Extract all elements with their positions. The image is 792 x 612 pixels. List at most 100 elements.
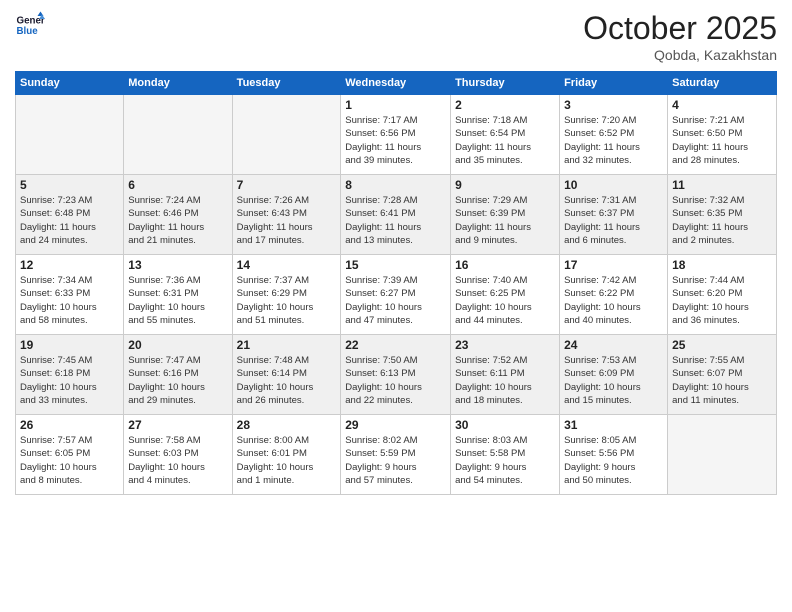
calendar-cell-w1-d7: 4 Sunrise: 7:21 AMSunset: 6:50 PMDaylight… xyxy=(668,95,777,175)
day-info: Sunrise: 7:42 AMSunset: 6:22 PMDaylight:… xyxy=(564,274,663,327)
day-number: 5 xyxy=(20,178,119,192)
day-info: Sunrise: 8:05 AMSunset: 5:56 PMDaylight:… xyxy=(564,434,663,487)
calendar-cell-w4-d2: 20 Sunrise: 7:47 AMSunset: 6:16 PMDayligh… xyxy=(124,335,232,415)
calendar-cell-w4-d1: 19 Sunrise: 7:45 AMSunset: 6:18 PMDayligh… xyxy=(16,335,124,415)
calendar-cell-w2-d6: 10 Sunrise: 7:31 AMSunset: 6:37 PMDayligh… xyxy=(560,175,668,255)
day-info: Sunrise: 7:31 AMSunset: 6:37 PMDaylight:… xyxy=(564,194,663,247)
header-sunday: Sunday xyxy=(16,72,124,95)
day-info: Sunrise: 7:36 AMSunset: 6:31 PMDaylight:… xyxy=(128,274,227,327)
day-info: Sunrise: 8:03 AMSunset: 5:58 PMDaylight:… xyxy=(455,434,555,487)
calendar-cell-w2-d1: 5 Sunrise: 7:23 AMSunset: 6:48 PMDaylight… xyxy=(16,175,124,255)
day-info: Sunrise: 7:32 AMSunset: 6:35 PMDaylight:… xyxy=(672,194,772,247)
day-number: 19 xyxy=(20,338,119,352)
day-number: 20 xyxy=(128,338,227,352)
calendar-cell-w3-d2: 13Sunrise: 7:36 AMSunset: 6:31 PMDayligh… xyxy=(124,255,232,335)
day-number: 12 xyxy=(20,258,119,272)
calendar-week-2: 5 Sunrise: 7:23 AMSunset: 6:48 PMDaylight… xyxy=(16,175,777,255)
calendar-cell-w1-d6: 3Sunrise: 7:20 AMSunset: 6:52 PMDaylight… xyxy=(560,95,668,175)
day-number: 11 xyxy=(672,178,772,192)
day-info: Sunrise: 7:39 AMSunset: 6:27 PMDaylight:… xyxy=(345,274,446,327)
day-number: 15 xyxy=(345,258,446,272)
day-number: 22 xyxy=(345,338,446,352)
calendar-cell-w4-d7: 25Sunrise: 7:55 AMSunset: 6:07 PMDayligh… xyxy=(668,335,777,415)
calendar-cell-w5-d6: 31 Sunrise: 8:05 AMSunset: 5:56 PMDayligh… xyxy=(560,415,668,495)
day-info: Sunrise: 7:29 AMSunset: 6:39 PMDaylight:… xyxy=(455,194,555,247)
day-number: 10 xyxy=(564,178,663,192)
day-info: Sunrise: 7:58 AMSunset: 6:03 PMDaylight:… xyxy=(128,434,227,487)
calendar-cell-w1-d5: 2 Sunrise: 7:18 AMSunset: 6:54 PMDaylight… xyxy=(451,95,560,175)
calendar: Sunday Monday Tuesday Wednesday Thursday… xyxy=(15,71,777,495)
location: Qobda, Kazakhstan xyxy=(583,47,777,63)
calendar-cell-w5-d1: 26Sunrise: 7:57 AMSunset: 6:05 PMDayligh… xyxy=(16,415,124,495)
day-number: 30 xyxy=(455,418,555,432)
day-number: 28 xyxy=(237,418,337,432)
calendar-cell-w1-d2 xyxy=(124,95,232,175)
day-info: Sunrise: 7:40 AMSunset: 6:25 PMDaylight:… xyxy=(455,274,555,327)
day-number: 25 xyxy=(672,338,772,352)
calendar-cell-w5-d4: 29Sunrise: 8:02 AMSunset: 5:59 PMDayligh… xyxy=(341,415,451,495)
day-number: 2 xyxy=(455,98,555,112)
calendar-week-5: 26Sunrise: 7:57 AMSunset: 6:05 PMDayligh… xyxy=(16,415,777,495)
day-info: Sunrise: 7:34 AMSunset: 6:33 PMDaylight:… xyxy=(20,274,119,327)
day-number: 21 xyxy=(237,338,337,352)
calendar-cell-w4-d3: 21 Sunrise: 7:48 AMSunset: 6:14 PMDayligh… xyxy=(232,335,341,415)
page-header: General Blue October 2025 Qobda, Kazakhs… xyxy=(15,10,777,63)
calendar-cell-w1-d3 xyxy=(232,95,341,175)
day-info: Sunrise: 7:21 AMSunset: 6:50 PMDaylight:… xyxy=(672,114,772,167)
day-number: 8 xyxy=(345,178,446,192)
day-number: 29 xyxy=(345,418,446,432)
day-info: Sunrise: 7:37 AMSunset: 6:29 PMDaylight:… xyxy=(237,274,337,327)
calendar-cell-w2-d4: 8 Sunrise: 7:28 AMSunset: 6:41 PMDaylight… xyxy=(341,175,451,255)
day-info: Sunrise: 8:00 AMSunset: 6:01 PMDaylight:… xyxy=(237,434,337,487)
calendar-cell-w2-d3: 7 Sunrise: 7:26 AMSunset: 6:43 PMDaylight… xyxy=(232,175,341,255)
day-number: 18 xyxy=(672,258,772,272)
header-monday: Monday xyxy=(124,72,232,95)
day-info: Sunrise: 7:18 AMSunset: 6:54 PMDaylight:… xyxy=(455,114,555,167)
day-number: 26 xyxy=(20,418,119,432)
day-number: 6 xyxy=(128,178,227,192)
day-number: 31 xyxy=(564,418,663,432)
day-info: Sunrise: 7:23 AMSunset: 6:48 PMDaylight:… xyxy=(20,194,119,247)
calendar-cell-w3-d3: 14 Sunrise: 7:37 AMSunset: 6:29 PMDayligh… xyxy=(232,255,341,335)
day-info: Sunrise: 7:45 AMSunset: 6:18 PMDaylight:… xyxy=(20,354,119,407)
title-section: October 2025 Qobda, Kazakhstan xyxy=(583,10,777,63)
header-tuesday: Tuesday xyxy=(232,72,341,95)
calendar-cell-w3-d7: 18 Sunrise: 7:44 AMSunset: 6:20 PMDayligh… xyxy=(668,255,777,335)
calendar-cell-w2-d5: 9 Sunrise: 7:29 AMSunset: 6:39 PMDaylight… xyxy=(451,175,560,255)
day-info: Sunrise: 7:28 AMSunset: 6:41 PMDaylight:… xyxy=(345,194,446,247)
calendar-cell-w5-d3: 28 Sunrise: 8:00 AMSunset: 6:01 PMDayligh… xyxy=(232,415,341,495)
day-info: Sunrise: 7:53 AMSunset: 6:09 PMDaylight:… xyxy=(564,354,663,407)
calendar-cell-w2-d7: 11 Sunrise: 7:32 AMSunset: 6:35 PMDayligh… xyxy=(668,175,777,255)
calendar-cell-w3-d1: 12 Sunrise: 7:34 AMSunset: 6:33 PMDayligh… xyxy=(16,255,124,335)
calendar-cell-w1-d4: 1 Sunrise: 7:17 AMSunset: 6:56 PMDaylight… xyxy=(341,95,451,175)
calendar-cell-w4-d5: 23 Sunrise: 7:52 AMSunset: 6:11 PMDayligh… xyxy=(451,335,560,415)
day-info: Sunrise: 7:26 AMSunset: 6:43 PMDaylight:… xyxy=(237,194,337,247)
day-info: Sunrise: 7:50 AMSunset: 6:13 PMDaylight:… xyxy=(345,354,446,407)
day-info: Sunrise: 7:44 AMSunset: 6:20 PMDaylight:… xyxy=(672,274,772,327)
day-number: 23 xyxy=(455,338,555,352)
day-info: Sunrise: 7:52 AMSunset: 6:11 PMDaylight:… xyxy=(455,354,555,407)
calendar-cell-w3-d5: 16 Sunrise: 7:40 AMSunset: 6:25 PMDayligh… xyxy=(451,255,560,335)
day-number: 9 xyxy=(455,178,555,192)
weekday-header-row: Sunday Monday Tuesday Wednesday Thursday… xyxy=(16,72,777,95)
calendar-cell-w4-d4: 22 Sunrise: 7:50 AMSunset: 6:13 PMDayligh… xyxy=(341,335,451,415)
calendar-week-3: 12 Sunrise: 7:34 AMSunset: 6:33 PMDayligh… xyxy=(16,255,777,335)
day-info: Sunrise: 7:47 AMSunset: 6:16 PMDaylight:… xyxy=(128,354,227,407)
calendar-cell-w4-d6: 24Sunrise: 7:53 AMSunset: 6:09 PMDayligh… xyxy=(560,335,668,415)
calendar-cell-w5-d5: 30 Sunrise: 8:03 AMSunset: 5:58 PMDayligh… xyxy=(451,415,560,495)
day-number: 4 xyxy=(672,98,772,112)
day-info: Sunrise: 7:20 AMSunset: 6:52 PMDaylight:… xyxy=(564,114,663,167)
day-number: 1 xyxy=(345,98,446,112)
day-info: Sunrise: 7:17 AMSunset: 6:56 PMDaylight:… xyxy=(345,114,446,167)
day-number: 7 xyxy=(237,178,337,192)
month-title: October 2025 xyxy=(583,10,777,47)
calendar-week-4: 19 Sunrise: 7:45 AMSunset: 6:18 PMDayligh… xyxy=(16,335,777,415)
calendar-cell-w2-d2: 6Sunrise: 7:24 AMSunset: 6:46 PMDaylight… xyxy=(124,175,232,255)
header-thursday: Thursday xyxy=(451,72,560,95)
calendar-cell-w1-d1 xyxy=(16,95,124,175)
calendar-cell-w3-d6: 17Sunrise: 7:42 AMSunset: 6:22 PMDayligh… xyxy=(560,255,668,335)
day-number: 14 xyxy=(237,258,337,272)
day-info: Sunrise: 7:48 AMSunset: 6:14 PMDaylight:… xyxy=(237,354,337,407)
calendar-cell-w5-d2: 27Sunrise: 7:58 AMSunset: 6:03 PMDayligh… xyxy=(124,415,232,495)
day-number: 16 xyxy=(455,258,555,272)
